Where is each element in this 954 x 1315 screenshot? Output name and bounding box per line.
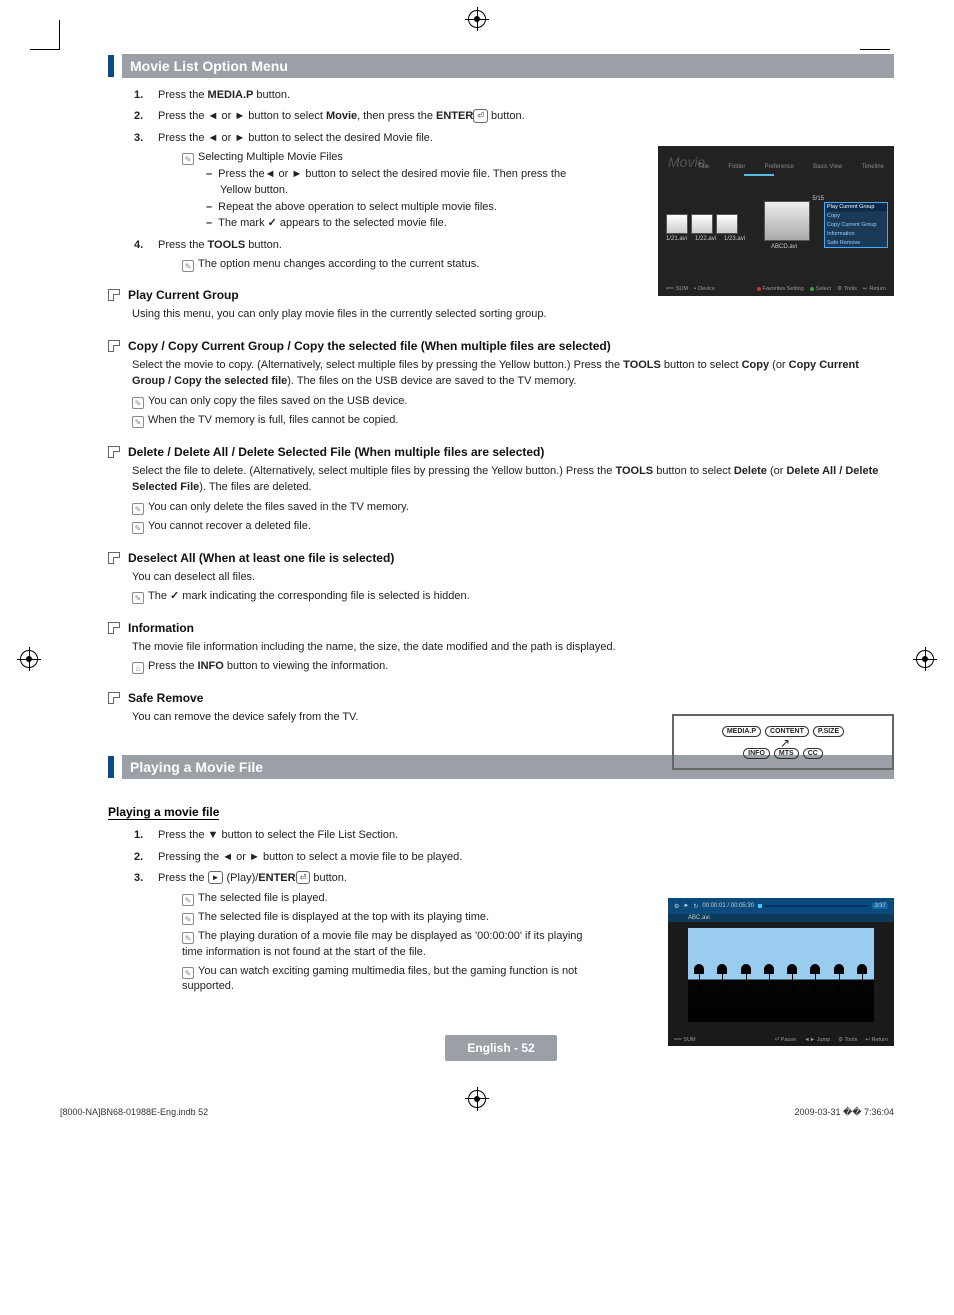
fig-context-menu: Play Current Group Copy Copy Current Gro… xyxy=(824,202,888,248)
player-page: 3/37 xyxy=(872,903,888,909)
square-bullet-icon xyxy=(108,692,120,704)
enter-icon: ⏎ xyxy=(473,109,488,122)
figure-remote: MEDIA.P CONTENT P.SIZE INFO MTS CC ↗ xyxy=(672,714,894,770)
steps-list: 1. Press the MEDIA.P button. 2. Press th… xyxy=(134,88,598,272)
figure-player: ⚙ ► ↻ 00:00:01 / 00:05:30 3/37 ABC.avi ⟸… xyxy=(668,898,894,1046)
step-text: Press the MEDIA.P button. xyxy=(158,89,290,101)
remote-button-icon: ⌂ xyxy=(132,662,144,674)
check-icon: ✓ xyxy=(170,590,179,602)
check-icon: ✓ xyxy=(268,217,277,229)
square-bullet-icon xyxy=(108,552,120,564)
step-text: Pressing the ◄ or ► button to select a m… xyxy=(158,851,462,863)
remote-btn-cc: CC xyxy=(803,748,823,759)
note-icon: ✎ xyxy=(182,967,194,979)
sub-bullet: –Repeat the above operation to select mu… xyxy=(206,199,598,216)
player-filename: ABC.avi xyxy=(668,914,894,922)
note-icon: ✎ xyxy=(182,913,194,925)
fig-tabs: TitleFolderPreferenceBasic ViewTimeline xyxy=(698,164,884,170)
square-bullet-icon xyxy=(108,622,120,634)
fig-page-indicator: 5/15 xyxy=(812,196,824,202)
note-icon: ✎ xyxy=(132,397,144,409)
fig-underline xyxy=(744,174,774,176)
remote-btn-content: CONTENT xyxy=(765,726,809,737)
sub-heading: Playing a movie file xyxy=(108,805,219,820)
section-title: Playing a Movie File xyxy=(130,759,263,775)
note-icon: ✎ xyxy=(182,260,194,272)
subsection-body: Select the file to delete. (Alternativel… xyxy=(132,463,894,535)
subsection-header: Deselect All (When at least one file is … xyxy=(108,551,894,565)
step-text: Press the ◄ or ► button to select Movie,… xyxy=(158,110,525,122)
subsection-body: The movie file information including the… xyxy=(132,639,622,675)
loop-icon: ↻ xyxy=(693,903,698,910)
note-icon: ✎ xyxy=(132,503,144,515)
step-text: Press the TOOLS button. xyxy=(158,239,282,251)
section-header: Movie List Option Menu xyxy=(108,54,894,78)
subsection-header: Copy / Copy Current Group / Copy the sel… xyxy=(108,339,894,353)
section-bar-icon xyxy=(108,756,114,778)
fig-thumbnails xyxy=(666,214,738,234)
fig-thumb-labels: 1/21.avi1/22.avi1/23.avi xyxy=(666,236,745,242)
square-bullet-icon xyxy=(108,446,120,458)
print-file: [8000-NA]BN68-01988E-Eng.indb 52 xyxy=(60,1107,208,1118)
subsection-header: Information xyxy=(108,621,894,635)
subsection-body: Select the movie to copy. (Alternatively… xyxy=(132,357,894,429)
remote-arrow-icon: ↗ xyxy=(780,736,790,750)
square-bullet-icon xyxy=(108,289,120,301)
note-icon: ✎ xyxy=(132,522,144,534)
subsection-body: Using this menu, you can only play movie… xyxy=(132,306,894,323)
sub-title: Selecting Multiple Movie Files xyxy=(198,151,343,163)
player-footer: ⟸ SUM ⏎ Pause ◄► Jump ⚙ Tools ↩ Return xyxy=(674,1037,888,1043)
player-time: 00:00:01 / 00:05:30 xyxy=(702,903,754,909)
note-icon: ✎ xyxy=(132,592,144,604)
sub-note: The option menu changes according to the… xyxy=(198,258,479,270)
sub-bullet: –The mark ✓ appears to the selected movi… xyxy=(206,215,598,232)
fig-footer: ⟸ SUM ▪ Device Favorites Setting Select … xyxy=(666,286,886,292)
remote-btn-info: INFO xyxy=(743,748,770,759)
figure-movie-browser: Movie TitleFolderPreferenceBasic ViewTim… xyxy=(658,146,894,296)
remote-btn-psize: P.SIZE xyxy=(813,726,844,737)
remote-btn-mediap: MEDIA.P xyxy=(722,726,761,737)
step-text: Press the ◄ or ► button to select the de… xyxy=(158,132,433,144)
note-icon: ✎ xyxy=(182,894,194,906)
subsection-header: Safe Remove xyxy=(108,691,894,705)
step-text: Press the ▼ button to select the File Li… xyxy=(158,829,398,841)
player-video-area xyxy=(688,928,874,1022)
subsection-header: Delete / Delete All / Delete Selected Fi… xyxy=(108,445,894,459)
play-icon: ► xyxy=(208,871,224,884)
registration-mark-icon xyxy=(468,1090,486,1108)
enter-icon: ⏎ xyxy=(296,871,311,884)
gear-icon: ⚙ xyxy=(674,903,679,910)
square-bullet-icon xyxy=(108,340,120,352)
step-text: Press the ► (Play)/ENTER⏎ button. xyxy=(158,872,347,884)
section-bar-icon xyxy=(108,55,114,77)
section-title: Movie List Option Menu xyxy=(130,58,288,74)
note-icon: ✎ xyxy=(182,153,194,165)
play-icon: ► xyxy=(683,903,689,909)
sub-bullet: –Press the◄ or ► button to select the de… xyxy=(206,166,598,199)
page-number-badge: English - 52 xyxy=(445,1035,556,1061)
note-icon: ✎ xyxy=(132,416,144,428)
note-icon: ✎ xyxy=(182,932,194,944)
fig-selected-thumb: ABCD.avi xyxy=(764,201,810,241)
progress-bar xyxy=(758,905,868,907)
subsection-body: You can deselect all files. ✎The ✓ mark … xyxy=(132,569,894,605)
print-timestamp: 2009-03-31 �� 7:36:04 xyxy=(794,1107,894,1118)
player-topbar: ⚙ ► ↻ 00:00:01 / 00:05:30 3/37 xyxy=(668,898,894,914)
steps-list: 1.Press the ▼ button to select the File … xyxy=(134,828,598,995)
